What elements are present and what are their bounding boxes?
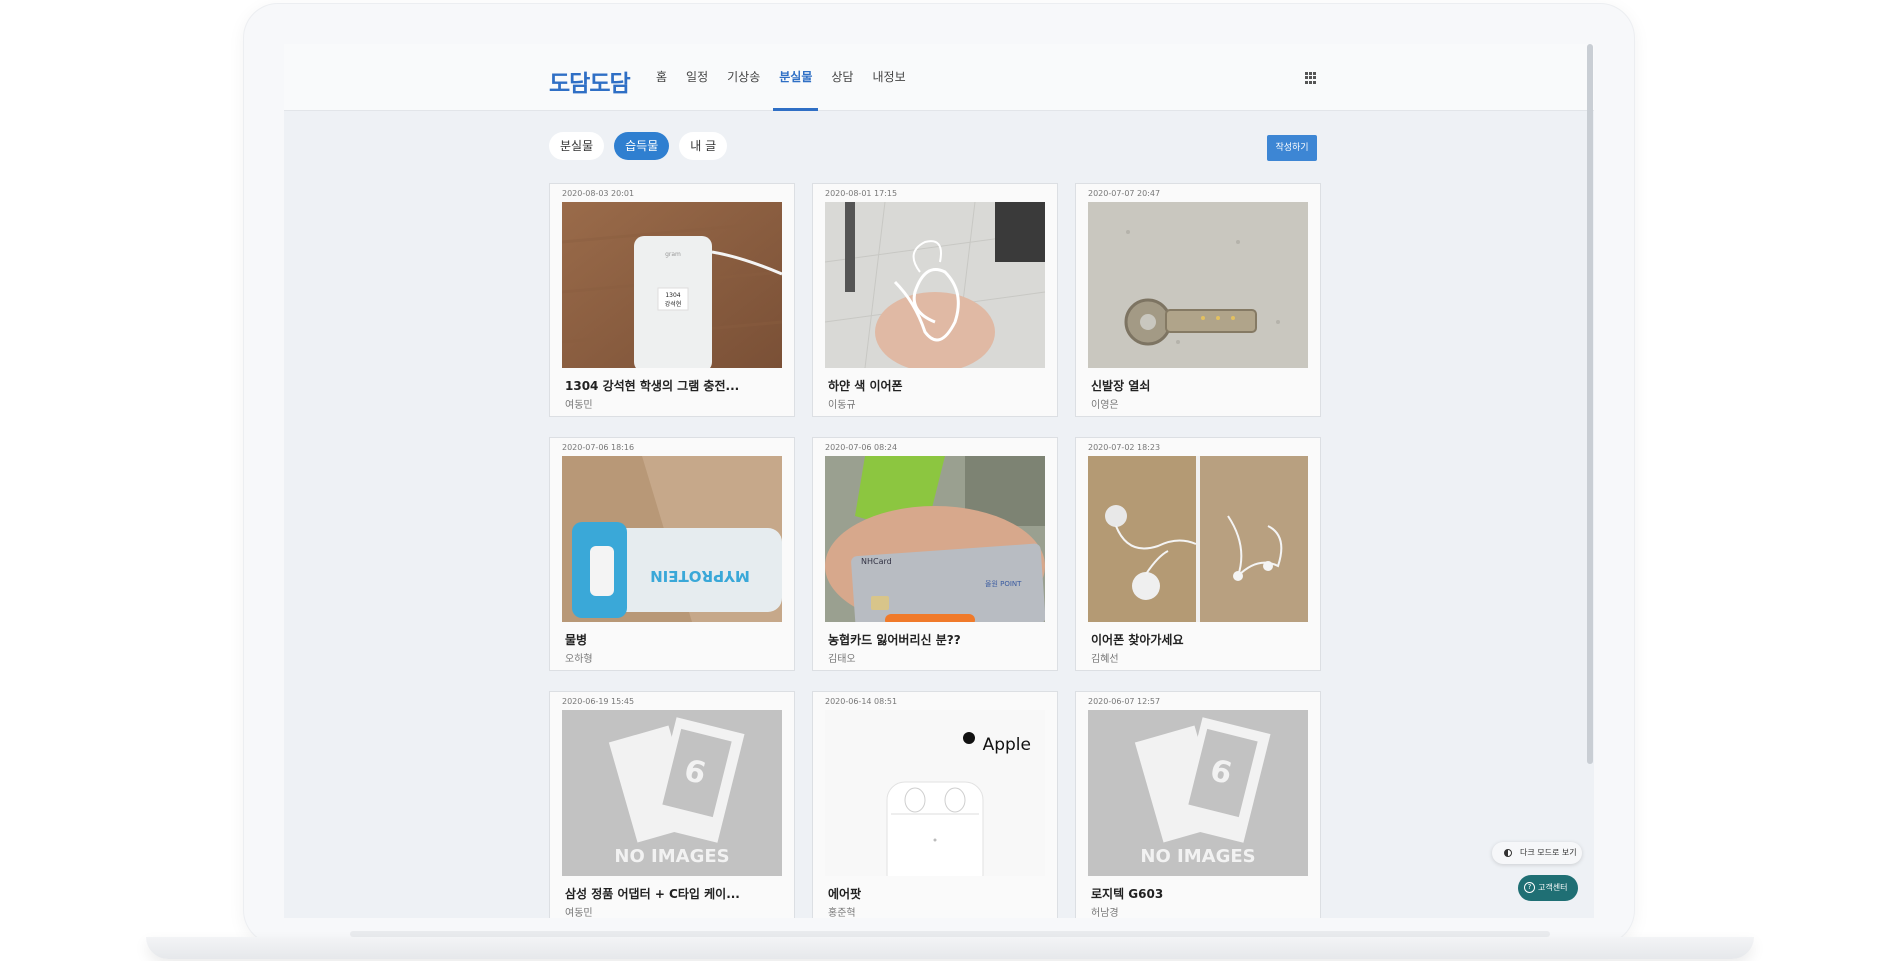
- card-title: 에어팟: [828, 887, 862, 901]
- menu-item-schedule[interactable]: 일정: [686, 44, 708, 111]
- card-date: 2020-06-19 15:45: [562, 697, 635, 706]
- card-author: 이동규: [828, 400, 856, 411]
- svg-text:NHCard: NHCard: [861, 557, 892, 566]
- card-thumbnail: gram 1304 강석현: [562, 202, 782, 368]
- card-date: 2020-07-06 18:16: [562, 443, 635, 452]
- dark-mode-toggle[interactable]: 다크 모드로 보기: [1492, 842, 1582, 864]
- main-menu: 홈 일정 기상송 분실물 상담 내정보: [656, 44, 925, 111]
- app-screen: 도담도담 홈 일정 기상송 분실물 상담 내정보 분실물 습득물 내 글 작성하…: [284, 44, 1594, 918]
- svg-text:NO IMAGES: NO IMAGES: [614, 846, 729, 867]
- card-author: 여동민: [565, 908, 593, 918]
- no-image-placeholder: 6 NO IMAGES: [1088, 710, 1308, 876]
- item-card[interactable]: 2020-06-07 12:57 6 NO IMAGES 로지텍 G603 허남…: [1075, 691, 1321, 918]
- item-grid: 2020-08-03 20:01 gram 1304 강석현 1304 강석현 …: [549, 183, 1329, 918]
- card-date: 2020-07-07 20:47: [1088, 189, 1161, 198]
- card-date: 2020-07-02 18:23: [1088, 443, 1161, 452]
- card-title: 물병: [565, 633, 588, 647]
- item-card[interactable]: 2020-06-14 08:51 Apple 에어팟 홍준혁: [812, 691, 1058, 918]
- card-author: 허남경: [1091, 908, 1119, 918]
- card-author: 오하형: [565, 654, 593, 665]
- svg-text:gram: gram: [665, 251, 681, 258]
- no-image-placeholder: 6 NO IMAGES: [562, 710, 782, 876]
- svg-text:NO IMAGES: NO IMAGES: [1140, 846, 1255, 867]
- svg-text:올원 POINT: 올원 POINT: [985, 579, 1022, 588]
- card-title: 이어폰 찾아가세요: [1091, 633, 1184, 647]
- apps-grid-icon[interactable]: [1305, 72, 1317, 84]
- card-thumbnail: [1088, 202, 1308, 368]
- card-date: 2020-08-01 17:15: [825, 189, 898, 198]
- item-card[interactable]: 2020-07-06 08:24 NHCard 올원 POINT 농협카드 잃어…: [812, 437, 1058, 671]
- card-title: 신발장 열쇠: [1091, 379, 1151, 393]
- card-thumbnail: MYPROTEIN: [562, 456, 782, 622]
- card-title: 농협카드 잃어버리신 분??: [828, 633, 961, 647]
- card-author: 김혜선: [1091, 654, 1119, 665]
- help-center-button[interactable]: ? 고객센터: [1518, 875, 1578, 901]
- item-card[interactable]: 2020-07-06 18:16 MYPROTEIN 물병 오하형: [549, 437, 795, 671]
- card-date: 2020-07-06 08:24: [825, 443, 898, 452]
- card-author: 여동민: [565, 400, 593, 411]
- item-card[interactable]: 2020-07-07 20:47 신발장 열쇠 이영은: [1075, 183, 1321, 417]
- menu-item-home[interactable]: 홈: [656, 44, 667, 111]
- filter-my-posts[interactable]: 내 글: [679, 132, 728, 160]
- card-thumbnail: Apple: [825, 710, 1045, 876]
- menu-item-counseling[interactable]: 상담: [831, 44, 853, 111]
- card-date: 2020-08-03 20:01: [562, 189, 635, 198]
- question-icon: ?: [1524, 882, 1535, 893]
- menu-item-my-info[interactable]: 내정보: [872, 44, 905, 111]
- card-author: 김태오: [828, 654, 856, 665]
- scrollbar[interactable]: [1587, 44, 1593, 764]
- svg-text:Apple: Apple: [983, 735, 1031, 755]
- card-author: 이영은: [1091, 400, 1119, 411]
- card-thumbnail: NHCard 올원 POINT: [825, 456, 1045, 622]
- device-mockup: 도담도담 홈 일정 기상송 분실물 상담 내정보 분실물 습득물 내 글 작성하…: [0, 0, 1899, 961]
- item-card[interactable]: 2020-06-19 15:45 6 NO IMAGES 삼성 정품 어댑터 +…: [549, 691, 795, 918]
- card-title: 1304 강석현 학생의 그램 충전...: [565, 379, 740, 393]
- card-thumbnail: [1088, 456, 1308, 622]
- top-navigation: 도담도담 홈 일정 기상송 분실물 상담 내정보: [284, 44, 1594, 111]
- svg-text:강석현: 강석현: [665, 300, 682, 308]
- card-title: 삼성 정품 어댑터 + C타입 케이...: [565, 887, 740, 901]
- write-button[interactable]: 작성하기: [1267, 135, 1317, 161]
- item-card[interactable]: 2020-08-01 17:15 하얀 색 이어폰 이동규: [812, 183, 1058, 417]
- help-center-label: 고객센터: [1538, 883, 1568, 892]
- app-logo[interactable]: 도담도담: [549, 64, 631, 98]
- svg-text:1304: 1304: [665, 292, 680, 299]
- card-thumbnail: [825, 202, 1045, 368]
- filter-tabs: 분실물 습득물 내 글: [549, 132, 737, 160]
- card-date: 2020-06-07 12:57: [1088, 697, 1161, 706]
- contrast-icon: [1504, 848, 1512, 857]
- filter-found[interactable]: 습득물: [614, 132, 670, 160]
- dark-mode-label: 다크 모드로 보기: [1520, 848, 1577, 857]
- menu-item-lost-found[interactable]: 분실물: [773, 44, 819, 111]
- filter-lost[interactable]: 분실물: [549, 132, 605, 160]
- menu-item-wakeup-song[interactable]: 기상송: [727, 44, 760, 111]
- item-card[interactable]: 2020-08-03 20:01 gram 1304 강석현 1304 강석현 …: [549, 183, 795, 417]
- card-title: 로지텍 G603: [1091, 887, 1164, 901]
- card-title: 하얀 색 이어폰: [828, 379, 903, 393]
- card-date: 2020-06-14 08:51: [825, 697, 898, 706]
- card-author: 홍준혁: [828, 908, 856, 918]
- svg-text:MYPROTEIN: MYPROTEIN: [650, 567, 750, 585]
- item-card[interactable]: 2020-07-02 18:23 이어폰 찾아가세요 김혜선: [1075, 437, 1321, 671]
- laptop-base: [146, 937, 1754, 959]
